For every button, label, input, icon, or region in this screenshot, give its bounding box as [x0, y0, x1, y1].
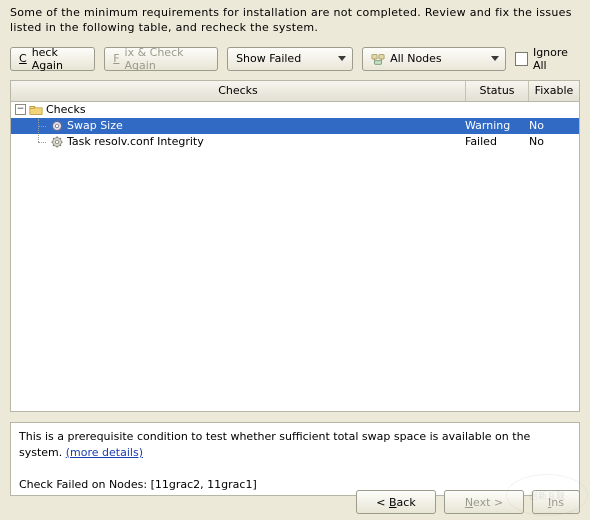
table-row[interactable]: Swap Size Warning No	[11, 118, 579, 134]
checks-table: Checks Status Fixable − Checks	[10, 80, 580, 412]
show-failed-dropdown[interactable]: Show Failed	[227, 47, 353, 71]
show-failed-label: Show Failed	[236, 52, 301, 65]
toolbar: Check Again Fix & Check Again Show Faile…	[0, 38, 590, 78]
row-label: Task resolv.conf Integrity	[67, 135, 204, 148]
fix-and-check-again-button: Fix & Check Again	[104, 47, 218, 71]
back-button[interactable]: < Back	[356, 490, 436, 514]
chevron-down-icon	[491, 56, 499, 61]
tree-root-label: Checks	[46, 103, 86, 116]
table-header: Checks Status Fixable	[11, 81, 579, 102]
gear-icon	[50, 119, 64, 133]
row-fixable: No	[527, 119, 579, 132]
row-status: Warning	[463, 119, 527, 132]
detail-panel: This is a prerequisite condition to test…	[10, 422, 580, 496]
all-nodes-dropdown[interactable]: All Nodes	[362, 47, 506, 71]
wizard-nav: < Back Next > Ins	[356, 490, 580, 514]
row-fixable: No	[527, 135, 579, 148]
failed-nodes-label: Check Failed on Nodes:	[19, 478, 151, 491]
table-row[interactable]: Task resolv.conf Integrity Failed No	[11, 134, 579, 150]
failed-nodes: [11grac2, 11grac1]	[151, 478, 257, 491]
chevron-down-icon	[338, 56, 346, 61]
tree-line	[29, 135, 47, 149]
col-fixable[interactable]: Fixable	[529, 81, 579, 101]
intro-text: Some of the minimum requirements for ins…	[0, 0, 590, 38]
col-status[interactable]: Status	[466, 81, 529, 101]
install-button: Ins	[532, 490, 580, 514]
collapse-icon[interactable]: −	[15, 104, 26, 115]
row-status: Failed	[463, 135, 527, 148]
col-checks[interactable]: Checks	[11, 81, 466, 101]
next-button: Next >	[444, 490, 524, 514]
all-nodes-label: All Nodes	[390, 52, 442, 65]
ignore-all-checkbox[interactable]: Ignore All	[515, 46, 580, 72]
checkbox-icon	[515, 52, 528, 66]
tree-line	[29, 119, 47, 133]
folder-icon	[29, 103, 43, 117]
table-body[interactable]: − Checks	[11, 102, 579, 411]
nodes-icon	[371, 52, 385, 66]
gear-icon	[50, 135, 64, 149]
tree-root[interactable]: − Checks	[11, 102, 579, 118]
row-label: Swap Size	[67, 119, 123, 132]
more-details-link[interactable]: (more details)	[66, 446, 143, 459]
check-again-button[interactable]: Check Again	[10, 47, 95, 71]
